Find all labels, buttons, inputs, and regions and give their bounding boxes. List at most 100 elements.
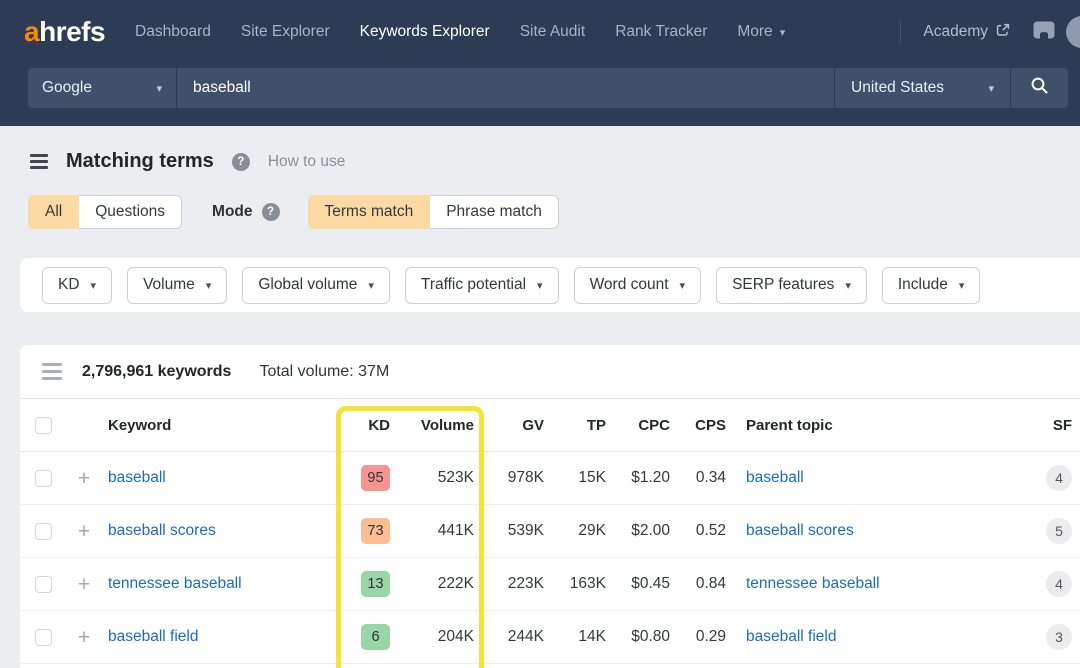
mode-help-icon[interactable]: ?	[261, 203, 280, 221]
nav-keywords-explorer[interactable]: Keywords Explorer	[360, 23, 490, 41]
filter-word-count-label: Word count	[589, 276, 669, 293]
nav-right: Academy	[900, 19, 1056, 46]
filter-serp-features-label: SERP features	[732, 276, 835, 293]
chevron-down-icon: ▾	[679, 279, 686, 292]
filter-include[interactable]: Include ▾	[881, 266, 981, 304]
cpc-cell: $2.00	[631, 522, 670, 539]
top-navbar: ahrefs Dashboard Site Explorer Keywords …	[0, 0, 1080, 64]
nav-academy[interactable]: Academy	[923, 23, 1010, 42]
search-engine-select[interactable]: Google ▾	[28, 68, 176, 108]
academy-label: Academy	[923, 23, 988, 40]
filter-word-count[interactable]: Word count ▾	[573, 266, 702, 304]
tp-cell: 15K	[578, 469, 606, 486]
keywords-explorer-page: ahrefs Dashboard Site Explorer Keywords …	[0, 0, 1080, 668]
expand-plus-icon[interactable]: +	[66, 468, 102, 489]
nav-more-label: More	[737, 23, 773, 40]
tp-cell: 163K	[569, 575, 606, 592]
kd-badge: 13	[361, 571, 390, 597]
kd-badge: 73	[361, 518, 390, 544]
scope-toggle-group: All Questions	[28, 195, 183, 229]
table-row: + baseball field 6 204K 244K 14K $0.80 0…	[20, 611, 1080, 664]
keyword-link[interactable]: tennessee baseball	[108, 575, 242, 592]
parent-topic-link[interactable]: baseball	[746, 469, 804, 486]
nav-dashboard[interactable]: Dashboard	[135, 23, 211, 41]
chevron-down-icon: ▾	[779, 27, 786, 39]
parent-topic-link[interactable]: baseball field	[746, 628, 836, 645]
chevron-down-icon: ▾	[368, 279, 374, 292]
serp-features-badge[interactable]: 4	[1046, 571, 1072, 597]
tab-all[interactable]: All	[28, 195, 80, 229]
keyword-search-bar: Google ▾ United States ▾	[28, 68, 1068, 108]
table-row: + baseball scores 73 441K 539K 29K $2.00…	[20, 505, 1080, 558]
nav-site-audit[interactable]: Site Audit	[520, 23, 586, 41]
ahrefs-logo[interactable]: ahrefs	[24, 16, 106, 48]
parent-topic-link[interactable]: tennessee baseball	[746, 575, 880, 592]
select-all-checkbox[interactable]	[34, 416, 52, 434]
kd-badge: 6	[361, 624, 390, 650]
expand-plus-icon[interactable]: +	[66, 521, 102, 542]
table-row: + baseball 95 523K 978K 15K $1.20 0.34 b…	[20, 452, 1080, 505]
col-parent-topic[interactable]: Parent topic	[726, 417, 1020, 434]
cps-cell: 0.34	[695, 469, 726, 486]
filter-traffic-potential[interactable]: Traffic potential ▾	[404, 266, 559, 304]
inbox-tray-icon[interactable]	[1032, 19, 1056, 46]
external-link-icon	[996, 23, 1010, 42]
cpc-cell: $0.80	[631, 628, 670, 645]
filter-kd[interactable]: KD ▾	[42, 266, 113, 304]
volume-cell: 222K	[437, 575, 474, 592]
query-input-wrap	[176, 68, 834, 108]
how-to-use-link[interactable]: How to use	[268, 153, 346, 171]
col-sf[interactable]: SF	[1020, 417, 1072, 434]
table-menu-icon[interactable]	[42, 363, 62, 380]
tab-questions[interactable]: Questions	[79, 195, 183, 229]
parent-topic-link[interactable]: baseball scores	[746, 522, 854, 539]
col-volume[interactable]: Volume	[390, 417, 474, 434]
keyword-link[interactable]: baseball	[108, 469, 166, 486]
row-checkbox[interactable]	[34, 469, 52, 487]
nav-rank-tracker[interactable]: Rank Tracker	[615, 23, 707, 41]
results-header: 2,796,961 keywords Total volume: 37M	[20, 345, 1080, 399]
nav-more[interactable]: More ▾	[737, 23, 785, 41]
chevron-down-icon: ▾	[988, 82, 994, 95]
col-tp[interactable]: TP	[544, 417, 606, 434]
filter-global-volume[interactable]: Global volume ▾	[242, 266, 390, 304]
filter-include-label: Include	[897, 276, 948, 293]
col-keyword[interactable]: Keyword	[102, 417, 326, 434]
row-checkbox[interactable]	[34, 628, 52, 646]
nav-site-explorer[interactable]: Site Explorer	[241, 23, 330, 41]
filter-serp-features[interactable]: SERP features ▾	[716, 266, 867, 304]
col-kd[interactable]: KD	[326, 417, 390, 434]
filter-volume[interactable]: Volume ▾	[127, 266, 228, 304]
chevron-down-icon: ▾	[845, 279, 851, 292]
col-cpc[interactable]: CPC	[606, 417, 670, 434]
col-gv[interactable]: GV	[474, 417, 544, 434]
total-volume: Total volume: 37M	[259, 362, 390, 380]
keyword-link[interactable]: baseball scores	[108, 522, 216, 539]
avatar[interactable]	[1066, 16, 1080, 48]
keyword-query-input[interactable]	[193, 79, 834, 97]
page-title: Matching terms	[66, 150, 214, 172]
expand-plus-icon[interactable]: +	[66, 574, 102, 595]
gv-cell: 539K	[507, 522, 544, 539]
search-engine-value: Google	[42, 79, 92, 96]
row-checkbox[interactable]	[34, 575, 52, 593]
search-submit-button[interactable]	[1010, 68, 1068, 108]
expand-plus-icon[interactable]: +	[66, 627, 102, 648]
serp-features-badge[interactable]: 4	[1046, 465, 1072, 491]
col-cps[interactable]: CPS	[670, 417, 726, 434]
cps-cell: 0.29	[695, 628, 726, 645]
keyword-link[interactable]: baseball field	[108, 628, 198, 645]
serp-features-badge[interactable]: 5	[1046, 518, 1072, 544]
tab-terms-match[interactable]: Terms match	[307, 195, 431, 229]
reports-menu-icon[interactable]	[30, 154, 48, 169]
chevron-down-icon: ▾	[156, 82, 162, 95]
help-circle-icon[interactable]: ?	[231, 152, 250, 171]
country-select[interactable]: United States ▾	[834, 68, 1010, 108]
filter-traffic-potential-label: Traffic potential	[420, 276, 527, 293]
cps-cell: 0.84	[695, 575, 726, 592]
serp-features-badge[interactable]: 3	[1046, 624, 1072, 650]
search-icon	[1030, 76, 1049, 100]
tp-cell: 29K	[578, 522, 606, 539]
tab-phrase-match[interactable]: Phrase match	[430, 195, 559, 229]
row-checkbox[interactable]	[34, 522, 52, 540]
